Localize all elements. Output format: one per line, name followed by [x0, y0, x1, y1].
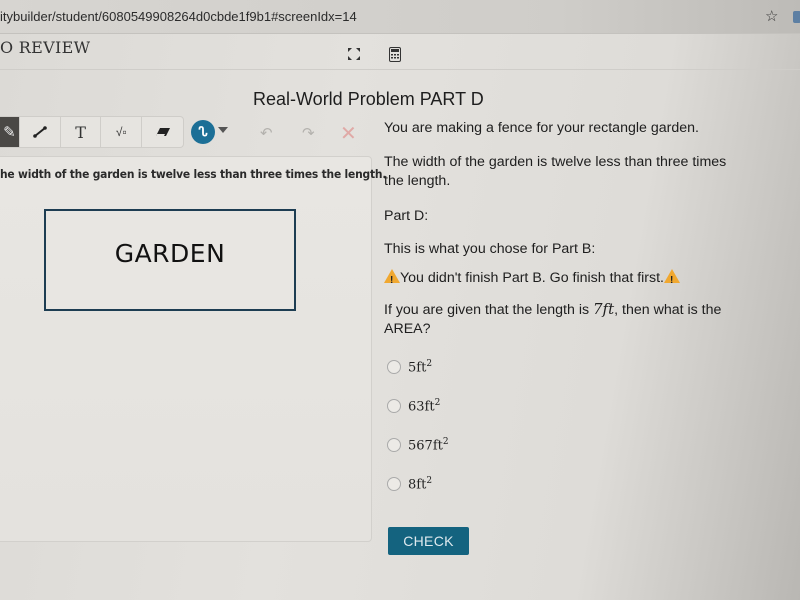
expand-icon[interactable]: [347, 47, 361, 61]
check-button[interactable]: CHECK: [388, 527, 469, 555]
warning-text: You didn't finish Part B. Go finish that…: [400, 270, 664, 286]
area-prompt-line1: If you are given that the length is 7ft,…: [384, 300, 721, 320]
option-label: 63ft2: [408, 397, 441, 415]
star-icon[interactable]: ☆: [765, 7, 778, 25]
warning-icon: [384, 269, 400, 290]
prompt-text: If you are given that the length is: [384, 302, 594, 318]
drawing-canvas[interactable]: he width of the garden is twelve less th…: [0, 156, 386, 542]
app-header: O REVIEW: [0, 34, 800, 70]
select-tool-button[interactable]: ✎: [0, 117, 20, 147]
pen-color-button[interactable]: ᔐ: [191, 120, 215, 144]
line-tool-button[interactable]: [20, 117, 61, 147]
equation-tool-button[interactable]: √▫: [101, 117, 143, 147]
answer-option[interactable]: 63ft2: [387, 395, 440, 417]
option-label: 567ft2: [408, 436, 449, 454]
square-root-icon: √▫: [115, 125, 127, 139]
option-label: 8ft2: [408, 475, 433, 493]
browser-url-bar: itybuilder/student/6080549908264d0cbde1f…: [0, 0, 800, 34]
width-text-line1: The width of the garden is twelve less t…: [384, 154, 727, 170]
radio-button[interactable]: [387, 399, 401, 413]
canvas-statement: he width of the garden is twelve less th…: [0, 167, 387, 181]
radio-button[interactable]: [387, 477, 401, 491]
intro-text: You are making a fence for your rectangl…: [384, 120, 699, 136]
garden-label: GARDEN: [114, 238, 226, 268]
drawing-toolbar: ✎ T √▫: [0, 116, 184, 148]
part-b-label: This is what you chose for Part B:: [384, 241, 596, 257]
url-text[interactable]: itybuilder/student/6080549908264d0cbde1f…: [0, 9, 357, 24]
part-label: Part D:: [384, 208, 429, 224]
answer-option[interactable]: 5ft2: [387, 356, 432, 378]
app-title: O REVIEW: [0, 38, 91, 57]
pencil-icon: ✎: [3, 124, 16, 141]
warning-message: You didn't finish Part B. Go finish that…: [384, 269, 680, 290]
problem-title: Real-World Problem PART D: [253, 89, 484, 109]
clear-icon[interactable]: ✕: [340, 121, 357, 146]
answer-option[interactable]: 8ft2: [387, 473, 432, 495]
warning-icon: [664, 269, 680, 290]
eraser-tool-button[interactable]: [142, 117, 183, 147]
garden-rectangle: GARDEN: [44, 209, 296, 311]
length-value: 7ft: [593, 300, 615, 318]
calculator-icon[interactable]: [389, 47, 401, 62]
pen-icon: ᔐ: [198, 124, 208, 139]
radio-button[interactable]: [387, 360, 401, 374]
answer-option[interactable]: 567ft2: [387, 434, 449, 456]
text-tool-button[interactable]: T: [61, 117, 102, 147]
area-prompt-line2: AREA?: [384, 321, 431, 337]
prompt-text-end: , then what is the: [614, 302, 722, 318]
radio-button[interactable]: [387, 438, 401, 452]
eraser-icon: [155, 128, 170, 136]
option-label: 5ft2: [408, 358, 433, 376]
extension-icon[interactable]: [793, 11, 800, 23]
text-icon: T: [75, 122, 86, 142]
chevron-down-icon[interactable]: [218, 127, 228, 133]
line-icon: [32, 126, 47, 138]
undo-icon[interactable]: ↶: [260, 124, 273, 142]
width-text-line2: the length.: [384, 173, 451, 189]
redo-icon[interactable]: ↷: [302, 124, 315, 142]
